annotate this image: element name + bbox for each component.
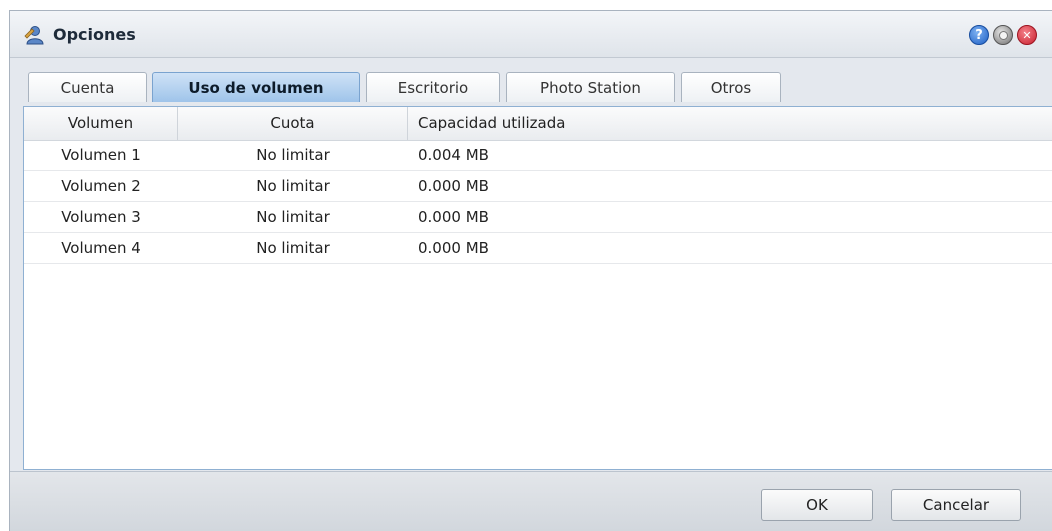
options-dialog: Opciones ? ✕ Cuenta Uso de volumen Escri… <box>9 10 1052 531</box>
table-row[interactable]: Volumen 4 No limitar 0.000 MB <box>24 233 1052 264</box>
help-glyph: ? <box>975 27 983 43</box>
cell-capacidad: 0.000 MB <box>418 177 489 195</box>
close-glyph: ✕ <box>1022 28 1032 42</box>
table-row[interactable]: Volumen 3 No limitar 0.000 MB <box>24 202 1052 233</box>
cell-volumen: Volumen 2 <box>61 177 141 195</box>
cell-volumen: Volumen 1 <box>61 146 141 164</box>
column-header-volumen[interactable]: Volumen <box>24 107 178 140</box>
title-bar[interactable]: Opciones ? ✕ <box>10 11 1052 58</box>
tab-cuenta[interactable]: Cuenta <box>28 72 147 102</box>
window-title: Opciones <box>53 25 136 44</box>
volume-usage-panel: Volumen Cuota Capacidad utilizada Volume… <box>23 106 1052 470</box>
minimize-dot <box>998 30 1008 40</box>
tab-otros[interactable]: Otros <box>681 72 781 102</box>
tab-uso-de-volumen[interactable]: Uso de volumen <box>152 72 360 102</box>
cell-cuota: No limitar <box>256 146 330 164</box>
cell-capacidad: 0.000 MB <box>418 239 489 257</box>
user-options-icon <box>24 26 44 45</box>
tab-photo-station[interactable]: Photo Station <box>506 72 675 102</box>
minimize-icon[interactable] <box>993 25 1013 45</box>
ok-button[interactable]: OK <box>761 489 873 521</box>
tab-escritorio[interactable]: Escritorio <box>366 72 500 102</box>
cell-capacidad: 0.004 MB <box>418 146 489 164</box>
cell-volumen: Volumen 4 <box>61 239 141 257</box>
column-header-cuota[interactable]: Cuota <box>178 107 408 140</box>
cell-cuota: No limitar <box>256 177 330 195</box>
table-header: Volumen Cuota Capacidad utilizada <box>24 107 1052 141</box>
cell-volumen: Volumen 3 <box>61 208 141 226</box>
table-row[interactable]: Volumen 2 No limitar 0.000 MB <box>24 171 1052 202</box>
cell-cuota: No limitar <box>256 239 330 257</box>
cell-cuota: No limitar <box>256 208 330 226</box>
column-header-capacidad[interactable]: Capacidad utilizada <box>418 107 918 140</box>
cell-capacidad: 0.000 MB <box>418 208 489 226</box>
help-icon[interactable]: ? <box>969 25 989 45</box>
table-row[interactable]: Volumen 1 No limitar 0.004 MB <box>24 140 1052 171</box>
close-icon[interactable]: ✕ <box>1017 25 1037 45</box>
cancel-button[interactable]: Cancelar <box>891 489 1021 521</box>
